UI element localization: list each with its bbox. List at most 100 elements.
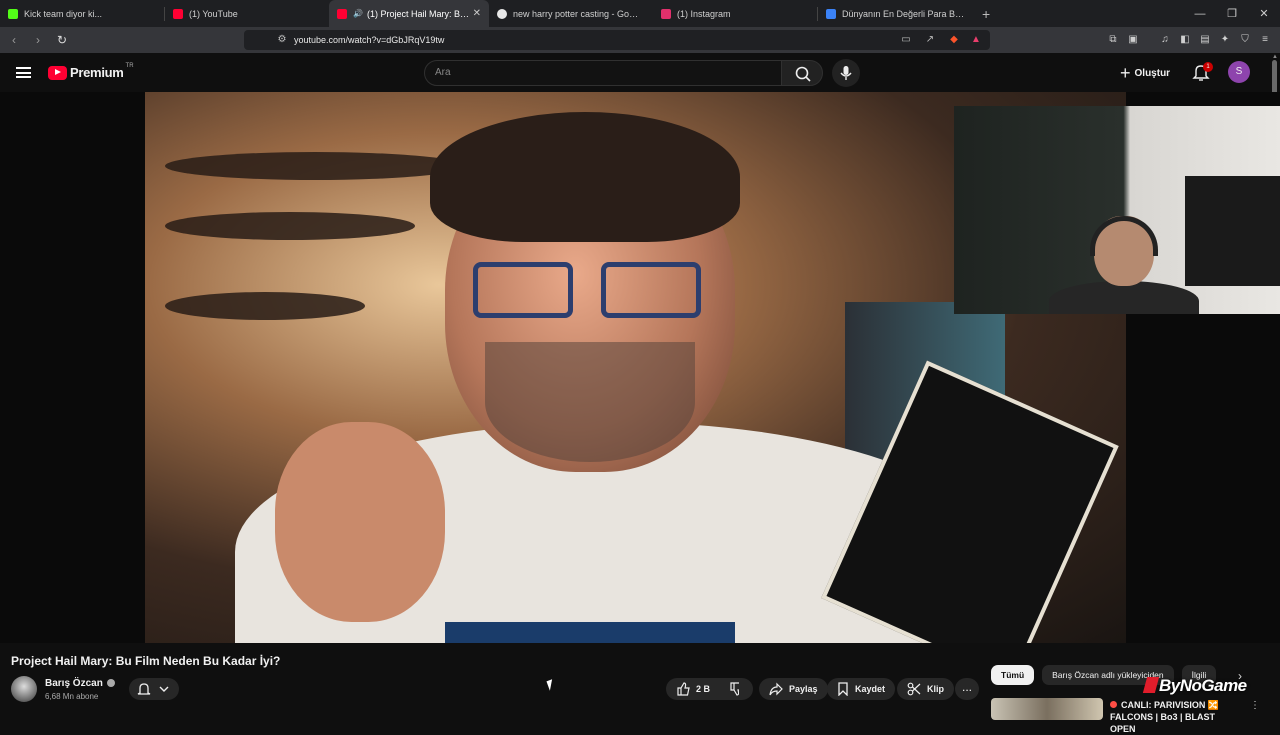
tab-instagram[interactable]: (1) Instagram [653, 0, 817, 27]
wallet-icon[interactable]: ▤ [1198, 33, 1212, 47]
reload-icon[interactable]: ↻ [52, 33, 72, 47]
background-shelf [165, 212, 415, 240]
recommendation-title-row[interactable]: CANLI: PARIVISION 🔀 FALCONS | Bo3 | BLAS… [1110, 699, 1240, 735]
youtube-icon [337, 8, 347, 19]
bell-chevron-icon [137, 683, 169, 695]
hamburger-menu-icon[interactable] [16, 67, 31, 78]
back-icon[interactable]: ‹ [4, 33, 24, 47]
share-arrow-icon [769, 682, 783, 696]
vpn-icon[interactable]: ⛉ [1238, 33, 1252, 47]
chip-all[interactable]: Tümü [991, 665, 1035, 685]
extensions-icon[interactable]: ⧉ [1106, 33, 1120, 47]
country-code: TR [125, 62, 134, 69]
close-tab-icon[interactable]: ✕ [473, 8, 481, 19]
news-site-icon [826, 8, 836, 19]
screenshot-icon[interactable]: ▣ [1126, 33, 1140, 47]
restore-icon[interactable]: ❐ [1216, 7, 1248, 20]
channel-avatar[interactable] [11, 676, 37, 702]
brave-shields-icon[interactable]: ◆ [948, 34, 960, 46]
brave-rewards-icon[interactable]: ▲ [970, 34, 982, 46]
background-shelf [165, 152, 465, 180]
presenter-hair [430, 112, 740, 242]
sidebar-icon[interactable]: ◧ [1178, 33, 1192, 47]
like-button[interactable]: 2 B [666, 678, 721, 700]
search-icon [795, 66, 811, 82]
notification-badge: 1 [1203, 62, 1213, 72]
create-button[interactable]: + Oluştur [1120, 61, 1170, 85]
recommendation-menu-icon[interactable]: ⋮ [1250, 700, 1260, 711]
like-count: 2 B [696, 684, 711, 694]
video-player[interactable] [0, 92, 1280, 643]
cast-icon[interactable]: ▭ [900, 34, 912, 46]
voice-search-button[interactable] [832, 59, 860, 87]
video-title: Project Hail Mary: Bu Film Neden Bu Kada… [11, 654, 281, 668]
background-shelf [165, 292, 365, 320]
create-label: Oluştur [1134, 67, 1171, 79]
live-indicator-icon [1110, 701, 1117, 708]
video-info-section: Project Hail Mary: Bu Film Neden Bu Kada… [0, 643, 1280, 734]
url-text[interactable]: youtube.com/watch?v=dGbJRqV19tw [294, 35, 444, 45]
minimize-icon[interactable]: — [1184, 8, 1216, 20]
browser-tab-strip: Kick team diyor ki... (1) YouTube 🔊 (1) … [0, 0, 1280, 27]
leo-ai-icon[interactable]: ✦ [1218, 33, 1232, 47]
youtube-header: Premium TR + Oluştur 1 S [0, 53, 1280, 92]
background-tv [1185, 176, 1280, 286]
dislike-button[interactable] [721, 678, 753, 700]
tab-title: (1) Instagram [677, 8, 731, 19]
tab-youtube[interactable]: (1) YouTube [165, 0, 329, 27]
scissors-icon [907, 682, 921, 696]
browser-menu-icon[interactable]: ≡ [1258, 33, 1272, 47]
search-input[interactable] [435, 67, 735, 78]
share-icon[interactable]: ↗ [924, 34, 936, 46]
share-button[interactable]: Paylaş [759, 678, 828, 700]
new-tab-button[interactable]: + [982, 6, 990, 22]
recommendation-title[interactable]: CANLI: PARIVISION 🔀 FALCONS | Bo3 | BLAS… [1110, 700, 1219, 734]
tab-title: (1) YouTube [189, 8, 238, 19]
youtube-premium-logo[interactable]: Premium TR [48, 62, 134, 80]
streamer-webcam-overlay [954, 106, 1280, 314]
search-box[interactable] [424, 60, 782, 86]
tab-title: (1) Project Hail Mary: Bu Film [366, 8, 471, 19]
mouse-cursor [546, 679, 556, 691]
tab-title: new harry potter casting - Google'da [513, 8, 643, 19]
address-bar[interactable]: ⚙ youtube.com/watch?v=dGbJRqV19tw ▭ ↗ ◆ … [244, 30, 990, 50]
close-window-icon[interactable]: ✕ [1248, 7, 1280, 20]
presenter-hand [275, 422, 445, 622]
forward-icon[interactable]: › [28, 33, 48, 47]
share-label: Paylaş [789, 684, 818, 694]
media-icon[interactable]: ♫ [1158, 33, 1172, 47]
subscription-notifications-button[interactable] [129, 678, 179, 700]
more-actions-button[interactable]: ... [955, 678, 979, 700]
channel-name[interactable]: Barış Özcan [45, 678, 103, 689]
tab-kick[interactable]: Kick team diyor ki... [0, 0, 164, 27]
instagram-icon [661, 8, 671, 19]
browser-toolbar: ‹ › ↻ 🔖 ⚙ youtube.com/watch?v=dGbJRqV19t… [0, 27, 1280, 53]
logo-text: Premium [70, 65, 124, 80]
clip-label: Klip [927, 684, 944, 694]
channel-name-row[interactable]: Barış Özcan [45, 678, 115, 689]
save-button[interactable]: Kaydet [827, 678, 896, 700]
recommendation-thumbnail[interactable] [991, 698, 1103, 720]
window-controls: — ❐ ✕ [1184, 0, 1280, 27]
speaker-icon: 🔊 [353, 9, 363, 18]
kick-icon [8, 8, 18, 19]
microphone-icon [840, 66, 852, 80]
bynogame-watermark: ByNoGame [1142, 676, 1247, 696]
account-avatar[interactable]: S [1228, 61, 1250, 83]
tab-project-hail-mary[interactable]: 🔊 (1) Project Hail Mary: Bu Film ✕ [329, 0, 489, 27]
subscriber-count: 6,68 Mn abone [45, 692, 99, 701]
site-settings-icon[interactable]: ⚙ [276, 34, 288, 46]
tab-google-search[interactable]: new harry potter casting - Google'da [489, 0, 653, 27]
clip-button[interactable]: Klip [897, 678, 954, 700]
bynogame-logo-icon [1142, 677, 1160, 693]
save-label: Kaydet [855, 684, 886, 694]
tab-title: Dünyanın En Değerli Para Birimi Ned [842, 8, 966, 19]
search-button[interactable] [781, 60, 823, 86]
watermark-text: ByNoGame [1159, 676, 1247, 695]
youtube-play-icon [48, 65, 67, 80]
google-icon [497, 8, 507, 19]
tab-dunyanin-en-degerli[interactable]: Dünyanın En Değerli Para Birimi Ned [818, 0, 974, 27]
shirt-print [445, 622, 735, 643]
tab-title: Kick team diyor ki... [24, 8, 103, 19]
bookmark-save-icon [838, 682, 848, 696]
